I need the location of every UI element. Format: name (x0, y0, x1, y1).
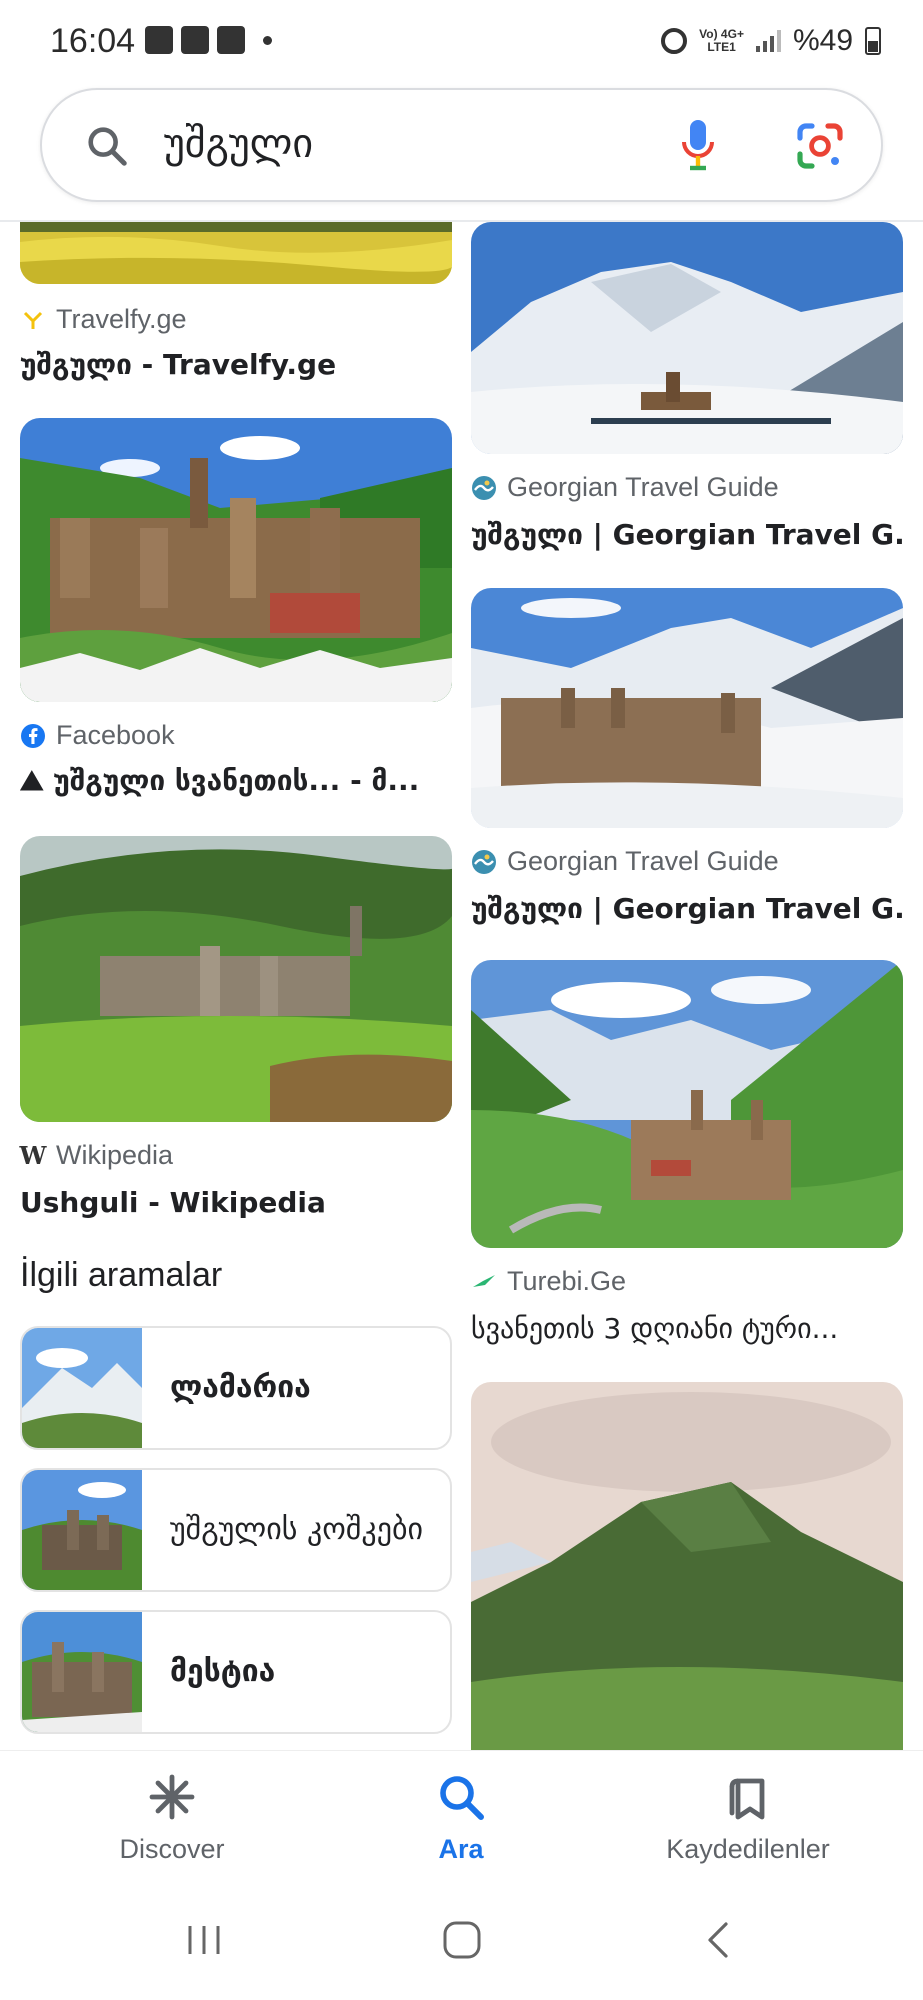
result-image-turebi[interactable] (471, 960, 903, 1248)
related-search-thumbnail (22, 1328, 142, 1448)
result-image-facebook[interactable] (20, 418, 452, 702)
image-results: Travelfy.ge უშგული - Travelfy.ge Faceboo… (0, 222, 923, 1750)
result-image-partial[interactable] (471, 1382, 903, 1750)
result-source: Georgian Travel Guide (471, 472, 779, 503)
nav-search[interactable]: Ara (331, 1771, 591, 1865)
more-notifications-icon (263, 35, 272, 45)
nav-discover[interactable]: Discover (42, 1771, 302, 1865)
system-navigation-bar (0, 1880, 923, 2000)
calendar-notification-icon (181, 26, 209, 54)
georgian-travel-guide-icon (471, 475, 497, 501)
bookmarks-icon (729, 1778, 765, 1820)
network-indicator: Vo) 4G+ LTE1 (699, 27, 744, 54)
travelfy-icon (20, 307, 46, 333)
status-notification-icons (145, 26, 272, 54)
home-icon[interactable] (432, 1916, 492, 1964)
related-search-thumbnail (22, 1470, 142, 1590)
signal-icon (755, 30, 781, 52)
result-image-travelfy[interactable] (20, 222, 452, 284)
search-input[interactable]: უშგული (164, 121, 313, 167)
asterisk-icon (149, 1774, 195, 1820)
result-image-wikipedia[interactable] (20, 836, 452, 1122)
bottom-navigation: Discover Ara Kaydedilenler (0, 1750, 923, 1880)
related-search-label: ლამარია (170, 1370, 311, 1405)
related-search-thumbnail (22, 1612, 142, 1732)
related-searches-heading: İlgili aramalar (20, 1256, 223, 1294)
result-title[interactable]: სვანეთის 3 დღიანი ტური... (471, 1312, 903, 1345)
alarm-icon (661, 28, 688, 54)
related-search-label: მესტია (170, 1654, 276, 1689)
result-image-georgian-travel-guide[interactable] (471, 222, 903, 454)
result-source: Georgian Travel Guide (471, 846, 779, 877)
status-bar: 16:04 Vo) 4G+ LTE1 %49 (0, 0, 923, 84)
photo-notification-icon (217, 26, 245, 54)
gallery-notification-icon (145, 26, 173, 54)
wikipedia-icon: W (19, 1141, 47, 1170)
result-source: Travelfy.ge (20, 304, 187, 335)
result-title[interactable]: ⛰ უშგული სვანეთის... - მ... (20, 764, 452, 798)
status-time: 16:04 (50, 22, 136, 60)
recent-apps-icon[interactable] (174, 1916, 234, 1964)
result-source: Facebook (20, 720, 175, 751)
result-title[interactable]: უშგული | Georgian Travel G... (471, 892, 903, 925)
result-title[interactable]: Ushguli - Wikipedia (20, 1186, 452, 1219)
nav-saved[interactable]: Kaydedilenler (618, 1771, 878, 1865)
google-lens-icon[interactable] (794, 120, 846, 172)
related-search-label: უშგულის კოშკები (170, 1512, 423, 1547)
related-search-item[interactable]: ლამარია (20, 1326, 452, 1450)
result-source: Turebi.Ge (471, 1266, 626, 1297)
result-source: W Wikipedia (19, 1140, 174, 1170)
result-title[interactable]: უშგული | Georgian Travel G... (471, 518, 903, 551)
result-image-georgian-travel-guide[interactable] (471, 588, 903, 828)
facebook-icon (20, 723, 46, 749)
search-bar[interactable]: უშგული (40, 88, 883, 202)
georgian-travel-guide-icon (471, 849, 497, 875)
related-search-item[interactable]: უშგულის კოშკები (20, 1468, 452, 1592)
turebi-icon (471, 1269, 497, 1295)
back-icon[interactable] (690, 1916, 750, 1964)
mic-icon[interactable] (678, 118, 718, 174)
status-right: Vo) 4G+ LTE1 %49 (661, 24, 881, 58)
search-icon[interactable] (84, 123, 130, 169)
result-title[interactable]: უშგული - Travelfy.ge (20, 348, 452, 381)
related-search-item[interactable]: მესტია (20, 1610, 452, 1734)
battery-icon (865, 27, 881, 55)
battery-percent: %49 (792, 24, 853, 57)
search-icon (440, 1776, 484, 1820)
